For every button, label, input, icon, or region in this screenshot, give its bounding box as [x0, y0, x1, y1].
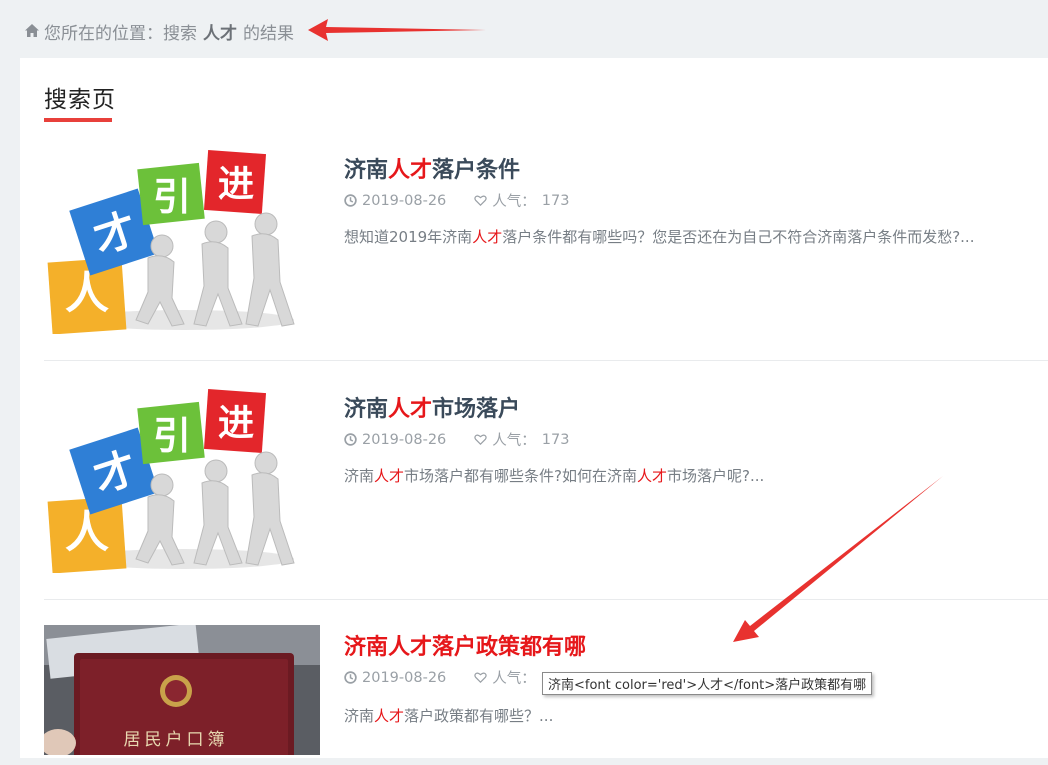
excerpt-highlight: 人才	[374, 707, 405, 725]
title-part: 济南	[344, 397, 389, 422]
clock-icon	[344, 433, 357, 446]
views-label: 人气：	[492, 194, 536, 210]
result-views: 人气： 173	[474, 429, 569, 450]
excerpt-part: 济南	[344, 467, 375, 485]
title-underline	[44, 118, 112, 122]
talent-cubes-image: 人 才 引 进	[44, 148, 320, 334]
talent-cubes-image: 人 才 引 进	[44, 387, 320, 573]
title-tooltip: 济南<font color='red'>人才</font>落户政策都有哪	[542, 672, 873, 695]
views-count: 173	[541, 192, 570, 209]
excerpt-highlight: 人才	[374, 467, 405, 485]
search-results-panel: 搜索页 人 才 引 进 济南人才落户条件 2019-08-26 人气： 173 …	[20, 58, 1048, 758]
title-part: 济南	[344, 158, 389, 183]
excerpt-part: 想知道2019年济南	[344, 228, 473, 246]
result-thumbnail[interactable]: 人 才 引 进	[44, 148, 320, 334]
cube-label: 进	[218, 164, 254, 205]
result-thumbnail[interactable]: 人 才 引 进	[44, 387, 320, 573]
views-count: 173	[541, 431, 570, 448]
result-thumbnail[interactable]: 居民户口簿	[44, 625, 320, 755]
cube-label: 人	[65, 268, 109, 319]
breadcrumb: 您所在的位置：搜索 人才 的结果	[24, 18, 294, 44]
page-title: 搜索页	[44, 87, 116, 113]
excerpt-part: 市场落户都有哪些条件?如何在济南	[404, 467, 637, 485]
title-part: 落户条件	[432, 158, 521, 183]
breadcrumb-keyword: 人才	[203, 23, 237, 44]
excerpt-part: 落户政策都有哪些？...	[404, 707, 554, 725]
result-meta: 2019-08-26 人气： 173	[344, 429, 569, 450]
result-views: 人气： 173	[474, 190, 569, 211]
annotation-arrow	[733, 476, 943, 642]
divider	[44, 360, 1048, 361]
result-title-link[interactable]: 济南人才市场落户	[344, 391, 520, 423]
breadcrumb-suffix: 的结果	[243, 23, 294, 44]
cube-label: 人	[65, 507, 109, 558]
heart-icon	[474, 195, 487, 206]
result-views: 人气：	[474, 667, 536, 688]
clock-icon	[344, 671, 357, 684]
excerpt-part: 济南	[344, 707, 375, 725]
title-highlight: 人才	[388, 397, 433, 422]
cube-label: 进	[218, 403, 254, 444]
result-title-link[interactable]: 济南人才落户条件	[344, 152, 520, 184]
views-label: 人气：	[492, 671, 536, 687]
heart-icon	[474, 672, 487, 683]
annotation-arrow	[308, 19, 486, 41]
hukou-booklet-image: 居民户口簿	[44, 625, 320, 755]
result-date: 2019-08-26	[362, 192, 447, 209]
title-highlight: 人才	[388, 158, 433, 183]
excerpt-part: 落户条件都有哪些吗？您是否还在为自己不符合济南落户条件而发愁?...	[502, 228, 975, 246]
result-title-link[interactable]: 济南人才落户政策都有哪	[344, 629, 586, 661]
cube-label: 引	[153, 175, 191, 219]
search-result-item: 人 才 引 进 济南人才落户条件 2019-08-26 人气： 173 想知道2…	[44, 148, 1048, 358]
heart-icon	[474, 434, 487, 445]
excerpt-highlight: 人才	[472, 228, 503, 246]
clock-icon	[344, 194, 357, 207]
result-meta: 2019-08-26 人气：	[344, 667, 536, 688]
excerpt-highlight: 人才	[637, 467, 668, 485]
result-date: 2019-08-26	[362, 431, 447, 448]
title-part: 市场落户	[432, 397, 521, 422]
result-date: 2019-08-26	[362, 669, 447, 686]
result-excerpt: 济南人才落户政策都有哪些？...	[344, 705, 553, 726]
breadcrumb-prefix: 您所在的位置：搜索	[44, 23, 197, 44]
views-label: 人气：	[492, 433, 536, 449]
result-excerpt: 想知道2019年济南人才落户条件都有哪些吗？您是否还在为自己不符合济南落户条件而…	[344, 226, 974, 247]
result-excerpt: 济南人才市场落户都有哪些条件?如何在济南人才市场落户呢?...	[344, 465, 764, 486]
booklet-cover-text: 居民户口簿	[124, 730, 229, 750]
cube-label: 引	[153, 414, 191, 458]
result-meta: 2019-08-26 人气： 173	[344, 190, 569, 211]
home-icon[interactable]	[24, 23, 40, 39]
